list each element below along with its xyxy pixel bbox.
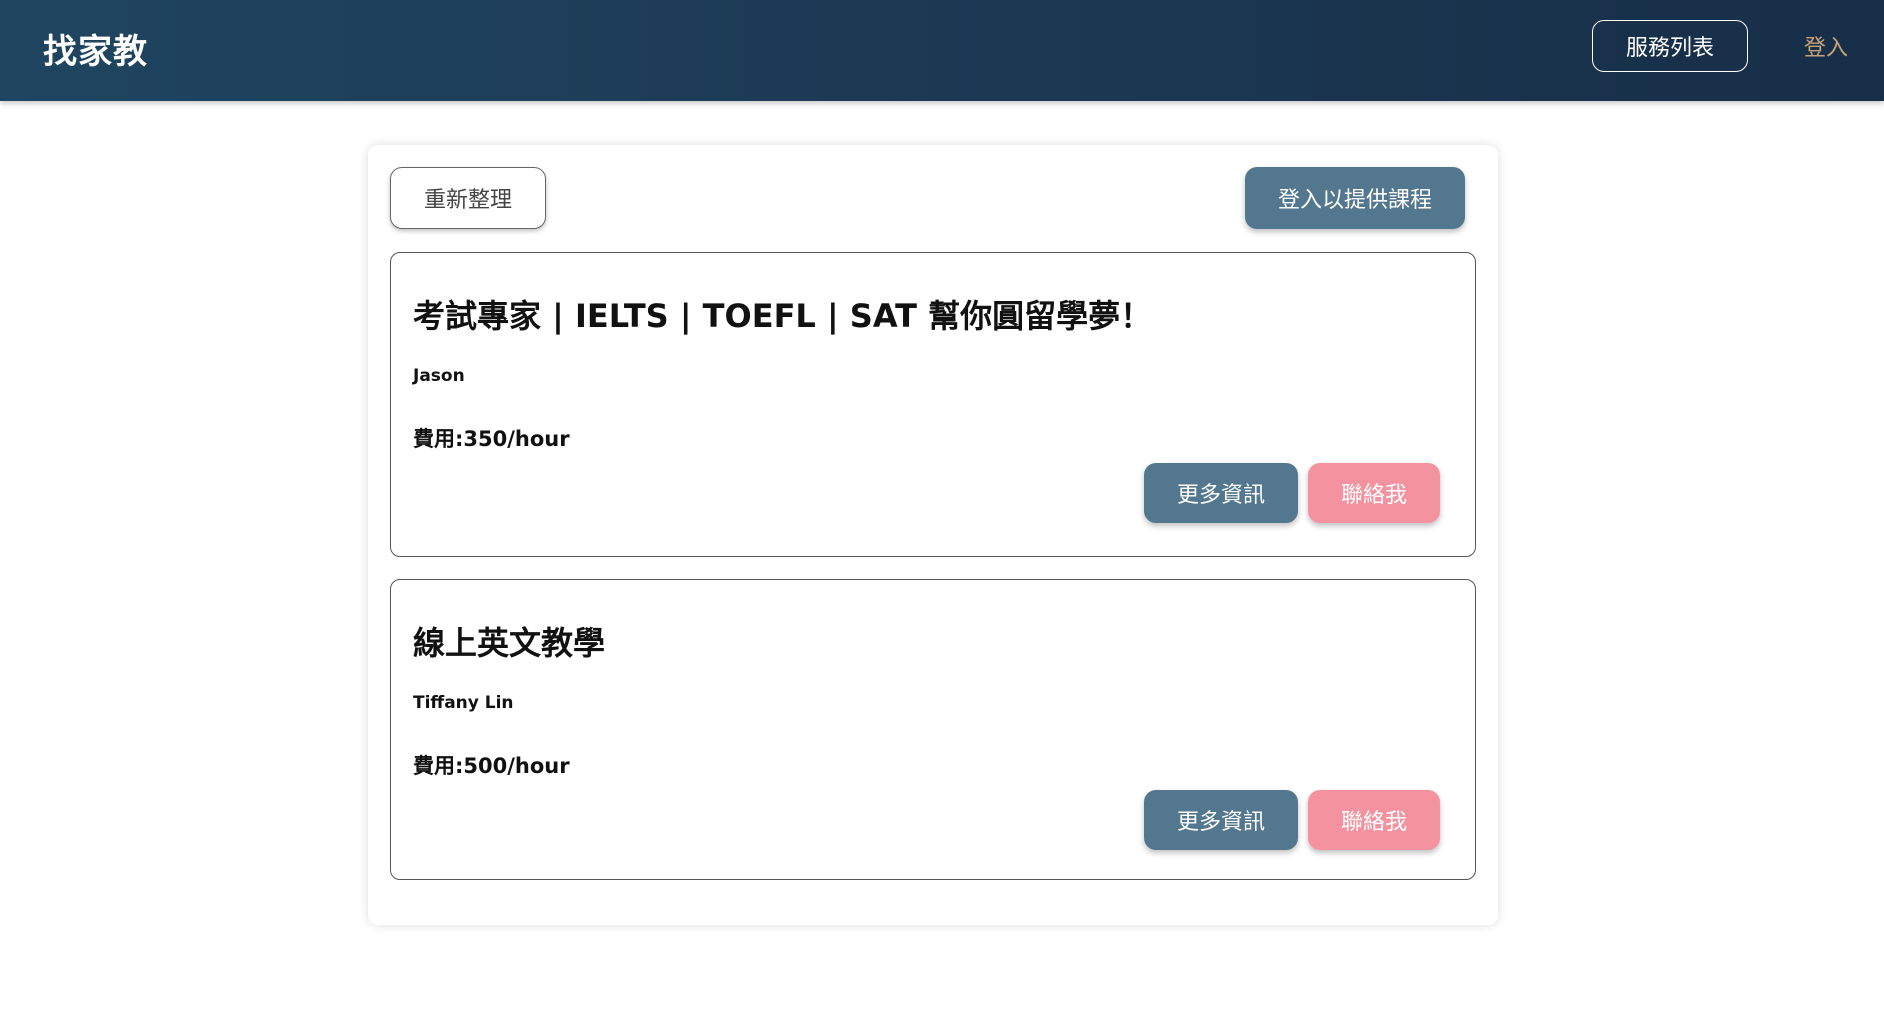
tutor-name: Tiffany Lin	[413, 693, 514, 713]
fee-label: 費用:	[413, 427, 464, 451]
course-fee: 費用:350/hour	[413, 423, 570, 453]
refresh-button[interactable]: 重新整理	[390, 167, 546, 229]
course-title: 線上英文教學	[413, 624, 606, 662]
contact-me-button[interactable]: 聯絡我	[1308, 790, 1440, 850]
login-link[interactable]: 登入	[1804, 30, 1848, 62]
more-info-button[interactable]: 更多資訊	[1144, 790, 1298, 850]
services-list-button[interactable]: 服務列表	[1592, 20, 1748, 72]
tutor-name: Jason	[413, 366, 465, 386]
fee-value: 350/hour	[463, 427, 570, 451]
more-info-button[interactable]: 更多資訊	[1144, 463, 1298, 523]
course-list-panel: 重新整理 登入以提供課程 考試專家 | IELTS | TOEFL | SAT …	[368, 145, 1498, 925]
top-navbar: 找家教 服務列表 登入	[0, 0, 1884, 101]
contact-me-button[interactable]: 聯絡我	[1308, 463, 1440, 523]
course-card: 線上英文教學 Tiffany Lin 費用:500/hour 更多資訊 聯絡我	[390, 579, 1476, 880]
course-fee: 費用:500/hour	[413, 750, 570, 780]
site-logo-text[interactable]: 找家教	[43, 24, 148, 73]
fee-label: 費用:	[413, 754, 464, 778]
fee-value: 500/hour	[463, 754, 570, 778]
login-to-offer-course-button[interactable]: 登入以提供課程	[1245, 167, 1465, 229]
course-card: 考試專家 | IELTS | TOEFL | SAT 幫你圓留學夢！ Jason…	[390, 252, 1476, 557]
course-title: 考試專家 | IELTS | TOEFL | SAT 幫你圓留學夢！	[413, 297, 1153, 335]
